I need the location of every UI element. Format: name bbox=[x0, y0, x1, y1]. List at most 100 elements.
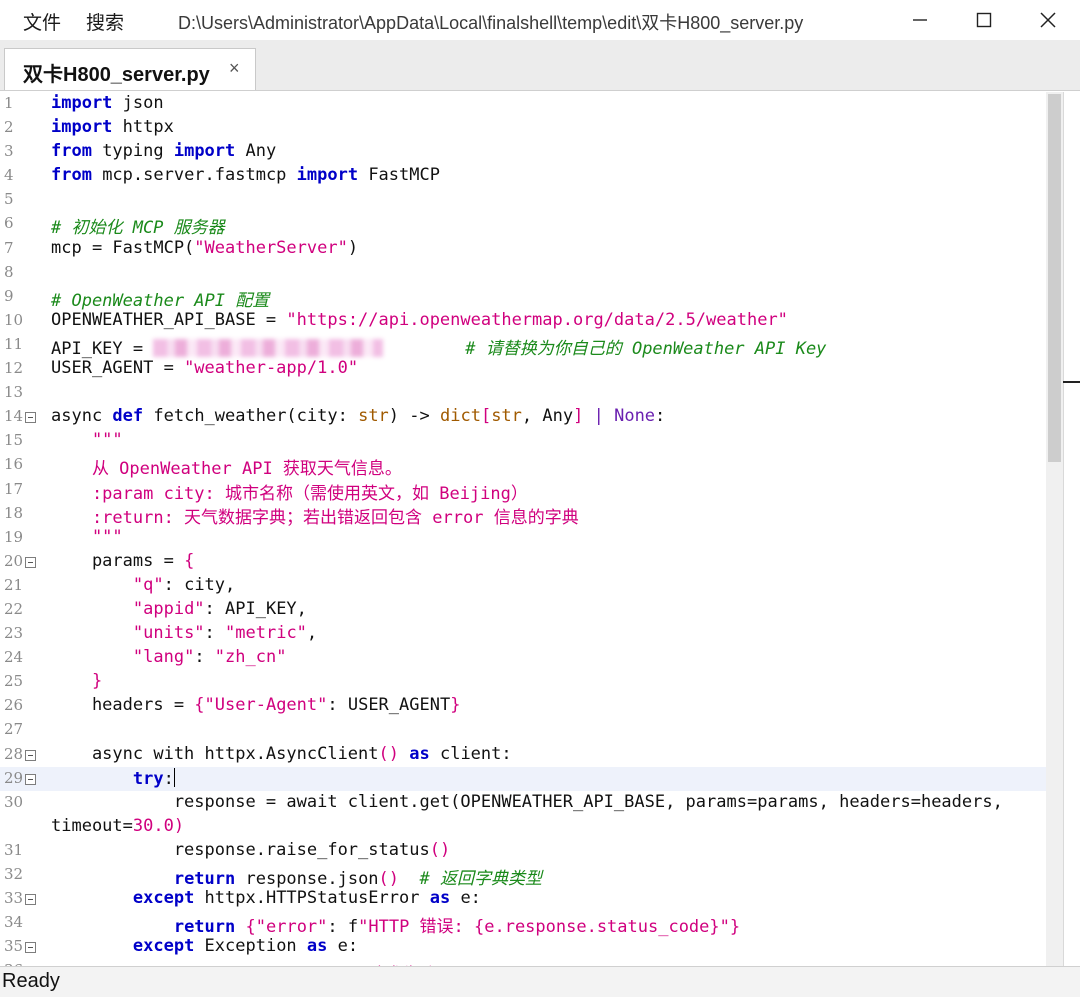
code-token: "units" bbox=[132, 623, 205, 644]
code-line[interactable]: 12 USER_AGENT = "weather-app/1.0" bbox=[0, 357, 1050, 381]
code-line[interactable]: 24 "lang": "zh_cn" bbox=[0, 646, 1050, 670]
code-line[interactable]: 25 } bbox=[0, 670, 1050, 694]
code-token: ) bbox=[347, 237, 359, 258]
code-line[interactable]: 16 从 OpenWeather API 获取天气信息。 bbox=[0, 453, 1050, 479]
tab-close-icon[interactable]: × bbox=[229, 58, 240, 79]
line-number: 2 bbox=[4, 118, 14, 137]
code-line-continuation[interactable]: timeout=30.0) bbox=[0, 815, 1050, 839]
fold-toggle-icon[interactable] bbox=[25, 773, 36, 785]
line-number: 32 bbox=[4, 865, 24, 883]
code-line[interactable]: 3 from typing import Any bbox=[0, 140, 1050, 164]
close-window-button[interactable] bbox=[1016, 0, 1080, 40]
code-line[interactable]: 7 mcp = FastMCP("WeatherServer") bbox=[0, 237, 1050, 261]
code-line[interactable]: 32 return response.json() # 返回字典类型 bbox=[0, 863, 1050, 889]
code-line[interactable]: 4 from mcp.server.fastmcp import FastMCP bbox=[0, 164, 1050, 188]
code-line[interactable]: 30 response = await client.get(OPENWEATH… bbox=[0, 791, 1050, 815]
line-number: 12 bbox=[4, 359, 24, 378]
code-text: "units": "metric", bbox=[51, 623, 317, 643]
line-number: 11 bbox=[4, 334, 24, 353]
line-number: 30 bbox=[4, 792, 24, 811]
code-token: ) -> bbox=[388, 406, 440, 427]
fold-toggle-icon[interactable] bbox=[25, 749, 36, 761]
text-cursor bbox=[173, 767, 176, 787]
code-line[interactable]: 27 bbox=[0, 718, 1050, 742]
line-number: 23 bbox=[4, 624, 24, 643]
line-number: 4 bbox=[4, 166, 14, 185]
fold-toggle-icon[interactable] bbox=[25, 412, 36, 424]
code-text: API_KEY = # 请替换为你自己的 OpenWeather API Key bbox=[51, 334, 826, 359]
code-line[interactable]: 15 """ bbox=[0, 429, 1050, 453]
code-line[interactable]: 8 bbox=[0, 261, 1050, 285]
code-line[interactable]: 5 bbox=[0, 188, 1050, 212]
code-line[interactable]: 33 except httpx.HTTPStatusError as e: bbox=[0, 887, 1050, 911]
code-line[interactable]: 9 # OpenWeather API 配置 bbox=[0, 285, 1050, 311]
code-text: # 初始化 MCP 服务器 bbox=[51, 213, 225, 238]
fold-toggle-icon[interactable] bbox=[25, 942, 36, 954]
minimize-button[interactable] bbox=[888, 0, 952, 40]
code-line[interactable]: 21 "q": city, bbox=[0, 574, 1050, 598]
code-line[interactable]: 13 bbox=[0, 381, 1050, 405]
code-token: # 初始化 MCP 服务器 bbox=[51, 218, 225, 239]
code-token: () bbox=[378, 743, 399, 764]
fold-toggle-icon[interactable] bbox=[25, 894, 36, 906]
code-token: def bbox=[112, 406, 144, 427]
code-line[interactable]: 19 """ bbox=[0, 526, 1050, 550]
code-token: import bbox=[296, 165, 359, 186]
code-token: # OpenWeather API 配置 bbox=[51, 290, 270, 311]
code-token: as bbox=[409, 743, 430, 764]
code-token: try bbox=[132, 768, 164, 789]
code-line[interactable]: 34 return {"error": f"HTTP 错误: {e.respon… bbox=[0, 911, 1050, 937]
scrollbar-thumb[interactable] bbox=[1048, 94, 1061, 462]
code-line[interactable]: 23 "units": "metric", bbox=[0, 622, 1050, 646]
code-token: response.raise_for_status bbox=[51, 839, 430, 860]
code-token: """ bbox=[51, 526, 123, 547]
menu-file[interactable]: 文件 bbox=[23, 8, 61, 35]
line-number: 10 bbox=[4, 310, 24, 329]
code-token: return bbox=[173, 869, 236, 889]
code-line[interactable]: 10 OPENWEATHER_API_BASE = "https://api.op… bbox=[0, 309, 1050, 333]
code-text: return {"error": f"HTTP 错误: {e.response.… bbox=[51, 912, 740, 937]
code-text: :return: 天气数据字典；若出错返回包含 error 信息的字典 bbox=[51, 503, 579, 528]
code-line[interactable]: 17 :param city: 城市名称（需使用英文，如 Beijing） bbox=[0, 478, 1050, 504]
code-line[interactable]: 22 "appid": API_KEY, bbox=[0, 598, 1050, 622]
code-line[interactable]: 6 # 初始化 MCP 服务器 bbox=[0, 212, 1050, 238]
code-line[interactable]: 11 API_KEY = # 请替换为你自己的 OpenWeather API K… bbox=[0, 333, 1050, 359]
code-line[interactable]: 18 :return: 天气数据字典；若出错返回包含 error 信息的字典 bbox=[0, 502, 1050, 528]
code-token: except bbox=[132, 936, 195, 957]
line-number: 27 bbox=[4, 720, 24, 739]
code-token: httpx.HTTPStatusError bbox=[194, 888, 430, 909]
code-text: async def fetch_weather(city: str) -> di… bbox=[51, 406, 665, 426]
code-text: USER_AGENT = "weather-app/1.0" bbox=[51, 358, 358, 378]
code-token: str bbox=[491, 406, 522, 427]
line-number: 1 bbox=[4, 94, 14, 112]
maximize-button[interactable] bbox=[952, 0, 1016, 40]
line-number: 9 bbox=[4, 286, 14, 305]
code-token: # 请替换为你自己的 OpenWeather API Key bbox=[465, 338, 827, 359]
code-line[interactable]: 26 headers = {"User-Agent": USER_AGENT} bbox=[0, 694, 1050, 718]
code-line[interactable]: 31 response.raise_for_status() bbox=[0, 839, 1050, 863]
code-line[interactable]: 1 import json bbox=[0, 92, 1050, 116]
code-line[interactable]: 2 import httpx bbox=[0, 116, 1050, 140]
code-token: timeout= bbox=[51, 815, 133, 836]
code-line[interactable]: 28 async with httpx.AsyncClient() as cli… bbox=[0, 743, 1050, 767]
tab-file[interactable]: 双卡H800_server.py × bbox=[4, 48, 256, 90]
code-line[interactable]: 20 params = { bbox=[0, 550, 1050, 574]
code-line[interactable]: 35 except Exception as e: bbox=[0, 935, 1050, 959]
menu-search[interactable]: 搜索 bbox=[86, 8, 124, 35]
code-line[interactable]: 36 return {"error": f"请求失败: {str(e)}"} bbox=[0, 959, 1050, 966]
code-text: try: bbox=[51, 767, 176, 789]
code-editor[interactable]: 1 import json 2 import httpx 3 from typing im… bbox=[0, 92, 1063, 966]
code-token: response = await client.get(OPENWEATHER_… bbox=[51, 791, 1003, 812]
vertical-scrollbar[interactable] bbox=[1046, 92, 1063, 966]
code-line[interactable]: 29 try: bbox=[0, 766, 1050, 791]
fold-toggle-icon[interactable] bbox=[25, 556, 36, 568]
code-line[interactable]: 14 async def fetch_weather(city: str) -> … bbox=[0, 405, 1050, 429]
